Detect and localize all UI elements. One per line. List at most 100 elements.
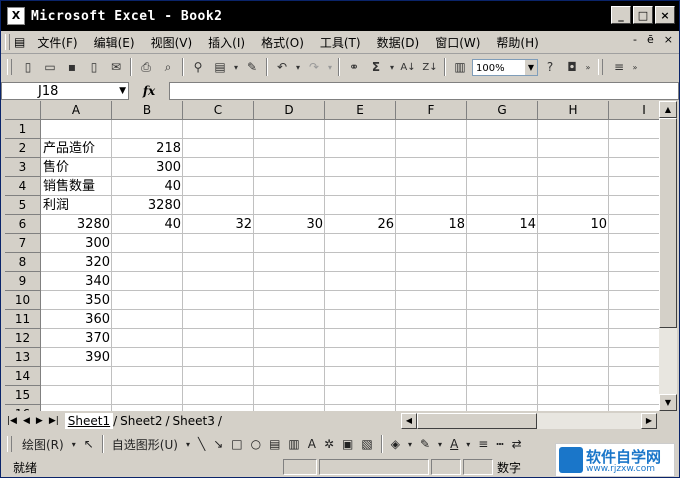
cell-a2[interactable]: 产品造价 [41, 139, 112, 158]
chart-wizard-icon[interactable]: ▥ [450, 57, 470, 77]
scroll-up-button[interactable]: ▲ [659, 101, 677, 118]
toolbar-grip[interactable] [7, 436, 12, 452]
scroll-down-button[interactable]: ▼ [659, 394, 677, 411]
doc-icon[interactable]: ▤ [14, 35, 25, 49]
menu-help[interactable]: 帮助(H) [488, 34, 546, 51]
mdi-minimize-button[interactable]: - [633, 33, 637, 46]
cell-a4[interactable]: 销售数量 [41, 177, 112, 196]
column-header-f[interactable]: F [396, 101, 467, 120]
redo-icon[interactable]: ↷ [304, 57, 324, 77]
mdi-close-button[interactable]: × [664, 33, 673, 46]
first-sheet-icon[interactable]: |◀ [7, 416, 17, 426]
research-icon[interactable]: ⚲ [188, 57, 208, 77]
scroll-thumb[interactable] [659, 118, 677, 328]
column-header-b[interactable]: B [112, 101, 183, 120]
dash-style-icon[interactable]: ┅ [494, 434, 505, 454]
font-color-dropdown-icon[interactable]: ▾ [464, 434, 472, 454]
menu-window[interactable]: 窗口(W) [427, 34, 488, 51]
cell-a11[interactable]: 360 [41, 310, 112, 329]
menu-edit[interactable]: 编辑(E) [86, 34, 143, 51]
cell-a9[interactable]: 340 [41, 272, 112, 291]
clipart-icon[interactable]: ▣ [340, 434, 355, 454]
autosum-dropdown-icon[interactable]: ▾ [388, 57, 396, 77]
arrow-style-icon[interactable]: ⇄ [510, 434, 524, 454]
toolbar-options-icon[interactable]: » [631, 57, 639, 77]
cell-b3[interactable]: 300 [112, 158, 183, 177]
row-header-15[interactable]: 15 [5, 386, 41, 405]
scroll-thumb[interactable] [417, 413, 537, 429]
column-header-c[interactable]: C [183, 101, 254, 120]
fill-color-icon[interactable]: ◈ [389, 434, 402, 454]
toolbar-grip[interactable] [598, 59, 603, 75]
row-header-5[interactable]: 5 [5, 196, 41, 215]
row-header-11[interactable]: 11 [5, 310, 41, 329]
row-header-3[interactable]: 3 [5, 158, 41, 177]
line-style-icon[interactable]: ≡ [476, 434, 490, 454]
toolbar-options-icon[interactable]: » [584, 57, 592, 77]
tab-sheet3[interactable]: Sheet3 [170, 413, 218, 429]
scroll-right-button[interactable]: ▶ [641, 413, 657, 429]
vertical-textbox-icon[interactable]: ▥ [286, 434, 301, 454]
scroll-left-button[interactable]: ◀ [401, 413, 417, 429]
sort-descending-icon[interactable]: Z↓ [420, 57, 440, 77]
cell-b4[interactable]: 40 [112, 177, 183, 196]
undo-dropdown-icon[interactable]: ▾ [294, 57, 302, 77]
row-header-12[interactable]: 12 [5, 329, 41, 348]
picture-icon[interactable]: ▧ [359, 434, 374, 454]
cell-d6[interactable]: 30 [254, 215, 325, 234]
toolbar-grip[interactable] [7, 59, 12, 75]
next-sheet-icon[interactable]: ▶ [36, 416, 43, 426]
font-color-icon[interactable]: A [448, 434, 460, 454]
cell-a13[interactable]: 390 [41, 348, 112, 367]
new-icon[interactable]: ▯ [18, 57, 38, 77]
camera-icon[interactable]: ◘ [562, 57, 582, 77]
line-color-dropdown-icon[interactable]: ▾ [436, 434, 444, 454]
column-header-i[interactable]: I [609, 101, 659, 120]
textbox-icon[interactable]: ▤ [267, 434, 282, 454]
draw-dropdown-icon[interactable]: ▾ [70, 434, 78, 454]
insert-function-button[interactable]: fx [129, 84, 169, 98]
paste-dropdown-icon[interactable]: ▾ [232, 57, 240, 77]
column-header-g[interactable]: G [467, 101, 538, 120]
name-box-dropdown-icon[interactable]: ▼ [119, 83, 126, 100]
help-icon[interactable]: ? [540, 57, 560, 77]
cell-b5[interactable]: 3280 [112, 196, 183, 215]
redo-dropdown-icon[interactable]: ▾ [326, 57, 334, 77]
cell-g6[interactable]: 14 [467, 215, 538, 234]
permission-icon[interactable]: ▯ [84, 57, 104, 77]
print-preview-icon[interactable]: ⌕ [158, 57, 178, 77]
horizontal-scrollbar[interactable]: ◀ ▶ [401, 413, 657, 429]
fill-color-dropdown-icon[interactable]: ▾ [406, 434, 414, 454]
maximize-button[interactable]: □ [633, 6, 653, 24]
column-header-d[interactable]: D [254, 101, 325, 120]
menu-tools[interactable]: 工具(T) [312, 34, 369, 51]
excel-app-icon[interactable]: X [7, 7, 25, 25]
menu-grip[interactable] [5, 34, 10, 50]
row-header-14[interactable]: 14 [5, 367, 41, 386]
email-icon[interactable]: ✉ [106, 57, 126, 77]
menu-data[interactable]: 数据(D) [369, 34, 428, 51]
select-objects-icon[interactable]: ↖ [82, 434, 96, 454]
print-icon[interactable]: ⎙ [136, 57, 156, 77]
oval-icon[interactable]: ○ [249, 434, 263, 454]
cell-c6[interactable]: 32 [183, 215, 254, 234]
cell-b6[interactable]: 40 [112, 215, 183, 234]
cell-a6[interactable]: 3280 [41, 215, 112, 234]
cell-f6[interactable]: 18 [396, 215, 467, 234]
row-header-1[interactable]: 1 [5, 120, 41, 139]
cell-h6[interactable]: 10 [538, 215, 609, 234]
row-header-2[interactable]: 2 [5, 139, 41, 158]
autoshapes-button[interactable]: 自选图形(U) [110, 434, 180, 454]
vertical-scrollbar[interactable]: ▲ ▼ [659, 101, 677, 411]
format-painter-icon[interactable]: ✎ [242, 57, 262, 77]
column-header-e[interactable]: E [325, 101, 396, 120]
align-icon[interactable]: ≡ [609, 57, 629, 77]
cell-e6[interactable]: 26 [325, 215, 396, 234]
cell-a8[interactable]: 320 [41, 253, 112, 272]
cell-a12[interactable]: 370 [41, 329, 112, 348]
cell-b2[interactable]: 218 [112, 139, 183, 158]
zoom-dropdown-icon[interactable]: ▼ [525, 59, 537, 75]
name-box[interactable]: J18 ▼ [1, 82, 129, 100]
minimize-button[interactable]: _ [611, 6, 631, 24]
hyperlink-icon[interactable]: ⚭ [344, 57, 364, 77]
